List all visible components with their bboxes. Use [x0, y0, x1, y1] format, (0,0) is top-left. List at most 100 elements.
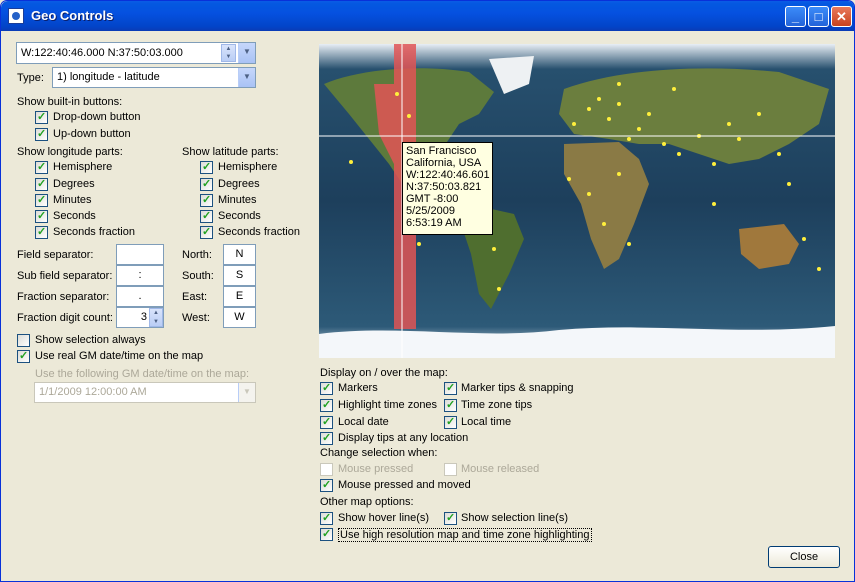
north-input[interactable]: N [223, 244, 256, 265]
mouse-pressed-label: Mouse pressed [338, 463, 414, 475]
geo-coordinate-value: W:122:40:46.000 N:37:50:03.000 [21, 47, 183, 59]
close-button[interactable]: Close [768, 546, 840, 568]
hover-line-label: Show hover line(s) [338, 512, 430, 524]
lon-minutes-label: Minutes [53, 194, 92, 206]
lon-degrees-checkbox[interactable] [35, 177, 48, 191]
local-time-label: Local time [461, 416, 512, 428]
east-input[interactable]: E [223, 286, 256, 307]
datetime-input[interactable]: 1/1/2009 12:00:00 AM ▼ [34, 382, 256, 403]
show-selection-checkbox[interactable] [17, 334, 30, 347]
lat-seconds-fraction-checkbox[interactable] [200, 225, 213, 239]
map-tooltip: San Francisco California, USA W:122:40:4… [402, 142, 493, 235]
updown-button-label: Up-down button [53, 128, 131, 140]
lat-hemisphere-checkbox[interactable] [200, 160, 213, 174]
marker-tips-checkbox[interactable] [444, 381, 457, 395]
change-heading: Change selection when: [320, 447, 438, 459]
geo-controls-window: Geo Controls _ □ ✕ W:122:40:46.000 N:37:… [0, 0, 855, 582]
dropdown-button-checkbox[interactable] [35, 110, 48, 124]
subfield-separator-input[interactable]: : [116, 265, 164, 286]
maximize-button[interactable]: □ [808, 6, 829, 27]
field-separator-input[interactable] [116, 244, 164, 265]
display-heading: Display on / over the map: [320, 367, 448, 379]
window-title: Geo Controls [31, 8, 114, 23]
type-select[interactable]: 1) longitude - latitude ▼ [52, 67, 256, 88]
builtin-heading: Show built-in buttons: [17, 96, 123, 108]
lon-seconds-checkbox[interactable] [35, 209, 48, 223]
south-input[interactable]: S [223, 265, 256, 286]
west-label: West: [182, 312, 210, 324]
lon-hemisphere-label: Hemisphere [53, 161, 113, 173]
chevron-down-icon[interactable]: ▼ [238, 383, 255, 402]
lon-seconds-fraction-checkbox[interactable] [35, 225, 48, 239]
geo-coordinate-input[interactable]: W:122:40:46.000 N:37:50:03.000 ▲ ▼ ▼ [16, 42, 256, 64]
mouse-released-label: Mouse released [461, 463, 540, 475]
lat-hemisphere-label: Hemisphere [218, 161, 278, 173]
lon-minutes-checkbox[interactable] [35, 193, 48, 207]
lat-minutes-label: Minutes [218, 194, 257, 206]
hover-line-checkbox[interactable] [320, 511, 333, 525]
lat-degrees-label: Degrees [218, 178, 260, 190]
world-map[interactable] [319, 44, 835, 358]
lat-minutes-checkbox[interactable] [200, 193, 213, 207]
markers-label: Markers [338, 382, 378, 394]
tooltip-line: California, USA [406, 157, 482, 169]
type-value: 1) longitude - latitude [57, 71, 160, 83]
mouse-pressed-checkbox[interactable] [320, 463, 333, 476]
tooltip-line: 6:53:19 AM [406, 217, 462, 229]
use-following-label: Use the following GM date/time on the ma… [35, 368, 249, 380]
type-label: Type: [17, 72, 44, 84]
lat-degrees-checkbox[interactable] [200, 177, 213, 191]
updown-button-checkbox[interactable] [35, 127, 48, 141]
longitude-heading: Show longitude parts: [17, 146, 123, 158]
other-heading: Other map options: [320, 496, 414, 508]
tips-any-label: Display tips at any location [338, 432, 469, 444]
minimize-button[interactable]: _ [785, 6, 806, 27]
tz-tips-checkbox[interactable] [444, 398, 457, 412]
lon-seconds-fraction-label: Seconds fraction [53, 226, 135, 238]
updown-spinner[interactable]: ▲ ▼ [221, 44, 236, 62]
tooltip-line: GMT -8:00 [406, 193, 459, 205]
datetime-value: 1/1/2009 12:00:00 AM [39, 386, 147, 398]
fraction-separator-input[interactable]: . [116, 286, 164, 307]
highlight-tz-label: Highlight time zones [338, 399, 438, 411]
high-res-checkbox[interactable] [320, 527, 333, 541]
tips-any-checkbox[interactable] [320, 431, 333, 445]
chevron-down-icon[interactable]: ▼ [238, 43, 255, 63]
close-window-button[interactable]: ✕ [831, 6, 852, 27]
lon-seconds-label: Seconds [53, 210, 96, 222]
lat-seconds-label: Seconds [218, 210, 261, 222]
west-input[interactable]: W [223, 307, 256, 328]
tooltip-line: 5/25/2009 [406, 205, 455, 217]
local-date-label: Local date [338, 416, 389, 428]
markers-checkbox[interactable] [320, 381, 333, 395]
south-label: South: [182, 270, 214, 282]
use-real-time-label: Use real GM date/time on the map [35, 350, 204, 362]
local-date-checkbox[interactable] [320, 415, 333, 429]
selection-line-label: Show selection line(s) [461, 512, 568, 524]
fraction-separator-label: Fraction separator: [17, 291, 110, 303]
tooltip-line: N:37:50:03.821 [406, 181, 482, 193]
tooltip-line: W:122:40:46.601 [406, 169, 490, 181]
dropdown-button-label: Drop-down button [53, 111, 141, 123]
app-icon [8, 8, 24, 24]
pressed-moved-label: Mouse pressed and moved [338, 479, 471, 491]
lon-hemisphere-checkbox[interactable] [35, 160, 48, 174]
chevron-down-icon[interactable]: ▼ [238, 68, 255, 87]
local-time-checkbox[interactable] [444, 415, 457, 429]
fraction-digit-label: Fraction digit count: [17, 312, 113, 324]
mouse-released-checkbox[interactable] [444, 463, 457, 476]
selection-line-checkbox[interactable] [444, 511, 457, 525]
subfield-separator-label: Sub field separator: [17, 270, 113, 282]
latitude-heading: Show latitude parts: [182, 146, 279, 158]
marker-tips-label: Marker tips & snapping [461, 382, 574, 394]
show-selection-label: Show selection always [35, 334, 146, 346]
digit-spinner[interactable]: ▲ ▼ [149, 308, 163, 327]
east-label: East: [182, 291, 208, 303]
title-bar[interactable]: Geo Controls _ □ ✕ [1, 1, 854, 31]
lat-seconds-fraction-label: Seconds fraction [218, 226, 300, 238]
use-real-time-checkbox[interactable] [17, 349, 30, 363]
highlight-tz-checkbox[interactable] [320, 398, 333, 412]
lon-degrees-label: Degrees [53, 178, 95, 190]
pressed-moved-checkbox[interactable] [320, 478, 333, 492]
lat-seconds-checkbox[interactable] [200, 209, 213, 223]
